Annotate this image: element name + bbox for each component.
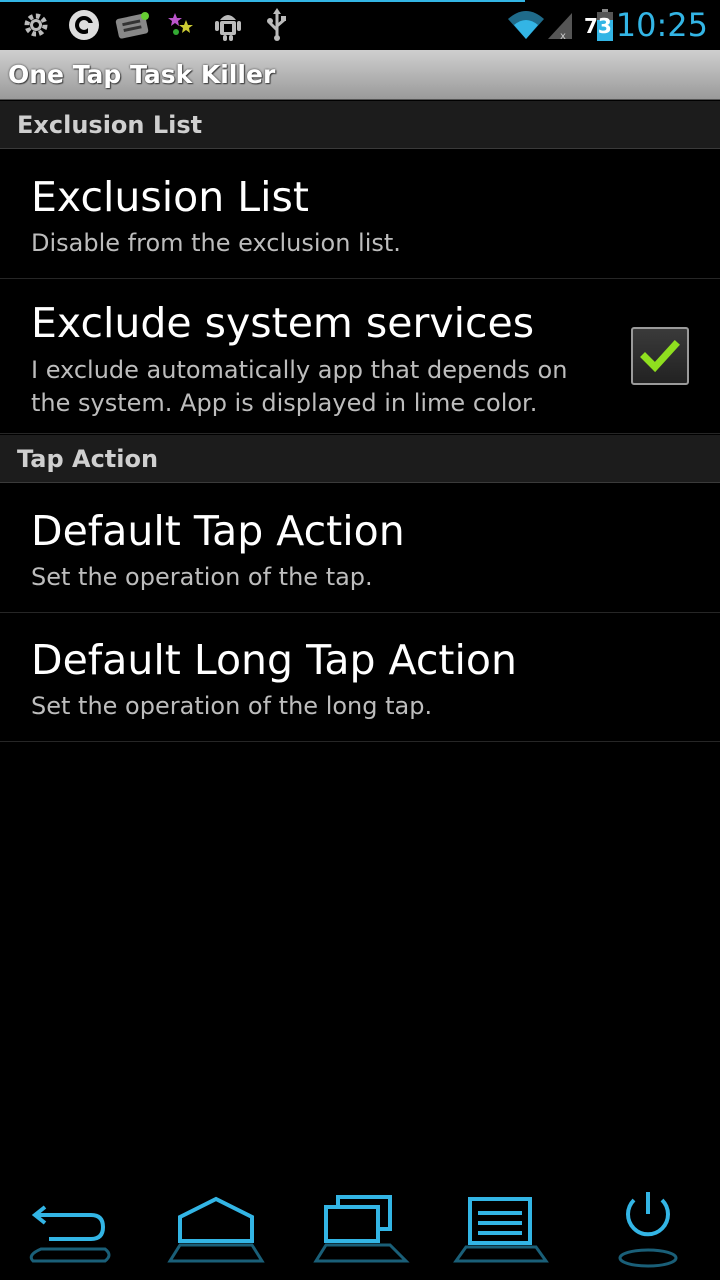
pref-summary-line-2: the system. App is displayed in lime col… xyxy=(31,389,538,417)
app-title: One Tap Task Killer xyxy=(8,60,276,89)
section-header-label: Tap Action xyxy=(17,445,159,473)
pref-exclude-system-services[interactable]: Exclude system services I exclude automa… xyxy=(0,279,720,434)
title-bar: One Tap Task Killer xyxy=(0,50,720,100)
pref-summary: Set the operation of the tap. xyxy=(31,563,373,591)
back-icon[interactable] xyxy=(18,1188,118,1268)
pref-default-tap-action[interactable]: Default Tap Action Set the operation of … xyxy=(0,483,720,613)
pref-default-long-tap-action[interactable]: Default Long Tap Action Set the operatio… xyxy=(0,613,720,742)
pref-summary-line-1: I exclude automatically app that depends… xyxy=(31,356,568,384)
pref-exclusion-list[interactable]: Exclusion List Disable from the exclusio… xyxy=(0,149,720,279)
pref-title: Default Tap Action xyxy=(31,507,405,555)
section-header-tap-action: Tap Action xyxy=(0,435,720,483)
menu-icon[interactable] xyxy=(452,1188,552,1268)
recent-apps-icon[interactable] xyxy=(310,1188,410,1268)
battery-level: 73 xyxy=(584,14,612,38)
pref-summary: Set the operation of the long tap. xyxy=(31,692,433,720)
pref-title: Default Long Tap Action xyxy=(31,636,517,684)
settings-icon xyxy=(18,6,54,44)
usb-icon xyxy=(262,6,292,44)
pref-title: Exclusion List xyxy=(31,173,309,221)
wifi-icon xyxy=(505,6,547,44)
home-icon[interactable] xyxy=(166,1188,266,1268)
checkmark-icon xyxy=(640,340,680,373)
section-header-label: Exclusion List xyxy=(17,111,203,139)
keyboard-icon xyxy=(112,6,154,44)
pref-title: Exclude system services xyxy=(31,299,535,347)
navigation-bar xyxy=(0,1180,720,1280)
status-bar-accent-line xyxy=(0,0,525,2)
section-header-exclusion: Exclusion List xyxy=(0,101,720,149)
status-bar: x 73 10:25 xyxy=(0,0,720,50)
exclude-system-services-checkbox[interactable] xyxy=(631,327,689,385)
avast-icon xyxy=(64,6,104,44)
svg-text:x: x xyxy=(560,31,566,41)
signal-icon: x xyxy=(545,6,575,44)
power-icon[interactable] xyxy=(598,1188,698,1268)
pref-summary: Disable from the exclusion list. xyxy=(31,229,401,257)
android-debug-icon xyxy=(210,6,246,44)
stars-icon xyxy=(164,6,198,44)
clock: 10:25 xyxy=(615,6,708,44)
